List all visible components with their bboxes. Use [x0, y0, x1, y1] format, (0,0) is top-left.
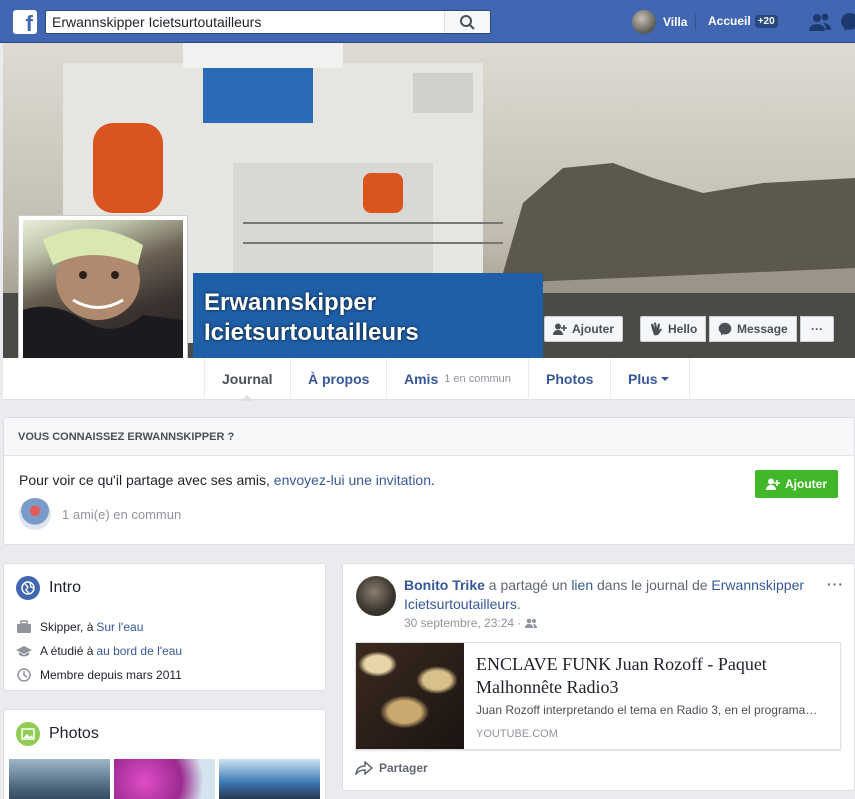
mutual-count: 1 ami(e) en commun	[62, 506, 182, 522]
link-title: ENCLAVE FUNK Juan Rozoff - Paquet Malhon…	[476, 654, 767, 697]
share-arrow-icon	[355, 761, 373, 775]
study-link[interactable]: au bord de l'eau	[96, 644, 182, 658]
intro-work: Skipper, à Sur l'eau	[16, 620, 143, 634]
globe-icon	[16, 576, 40, 600]
hello-label: Hello	[668, 322, 698, 336]
post-date[interactable]: 30 septembre, 23:24 ·	[404, 616, 521, 630]
add-friend-icon	[553, 323, 567, 335]
photo-thumbnail[interactable]	[9, 759, 110, 799]
know-text-before: Pour voir ce qu'il partage avec ses amis…	[19, 472, 274, 488]
notification-badge: +20	[754, 14, 778, 28]
intro-study: A étudié à au bord de l'eau	[16, 644, 182, 658]
tab-friends[interactable]: Amis 1 en commun	[386, 358, 528, 400]
message-label: Message	[737, 322, 788, 336]
mutual-friends[interactable]: 1 ami(e) en commun	[19, 498, 181, 530]
divider	[695, 14, 696, 30]
profile-name-line2: Icietsurtoutailleurs	[204, 319, 419, 346]
post-author[interactable]: Bonito Trike	[404, 577, 485, 593]
mutual-friend-avatar	[19, 498, 51, 530]
tab-sub: 1 en commun	[444, 373, 511, 385]
shared-link-card[interactable]: ENCLAVE FUNK Juan Rozoff - Paquet Malhon…	[355, 642, 841, 750]
profile-link[interactable]: Villa	[632, 10, 687, 34]
profile-nav: Journal À propos Amis 1 en commun Photos …	[3, 358, 855, 401]
top-bar: f Villa Accueil +20	[0, 0, 855, 43]
search-input[interactable]	[52, 14, 452, 30]
graduation-cap-icon	[16, 646, 32, 657]
card-header: VOUS CONNAISSEZ ERWANNSKIPPER ?	[4, 418, 854, 456]
user-name: Villa	[663, 15, 688, 29]
post-meta: 30 septembre, 23:24 ·	[404, 616, 538, 630]
avatar[interactable]	[356, 576, 396, 616]
link-thumbnail	[356, 643, 464, 749]
add-label: Ajouter	[785, 477, 827, 491]
home-link[interactable]: Accueil +20	[708, 14, 778, 28]
chevron-down-icon	[660, 377, 669, 381]
tab-label: Plus	[628, 371, 658, 387]
know-text-after: .	[431, 472, 435, 488]
work-prefix: Skipper, à	[40, 620, 94, 634]
avatar	[632, 10, 656, 34]
link-source: YOUTUBE.COM	[476, 728, 558, 740]
intro-member-since: Membre depuis mars 2011	[16, 668, 182, 682]
study-prefix: A étudié à	[40, 644, 94, 658]
search-icon	[460, 15, 475, 30]
tab-label: À propos	[308, 371, 370, 387]
tab-photos[interactable]: Photos	[528, 358, 610, 400]
friends-audience-icon	[525, 618, 538, 628]
photos-label: Photos	[49, 725, 99, 742]
add-friend-button[interactable]: Ajouter	[544, 316, 623, 342]
tab-more[interactable]: Plus	[610, 358, 690, 400]
post-text: a partagé un	[484, 577, 572, 593]
intro-label: Intro	[49, 579, 82, 596]
add-friend-icon	[766, 478, 780, 490]
intro-title: Intro	[16, 576, 81, 600]
message-button[interactable]: Message	[709, 316, 797, 342]
hello-button[interactable]: Hello	[640, 316, 707, 342]
home-label: Accueil	[708, 14, 751, 28]
wave-hand-icon	[651, 322, 662, 336]
facebook-logo-icon[interactable]: f	[13, 10, 37, 34]
share-label: Partager	[379, 761, 428, 775]
post-link-word[interactable]: lien	[571, 577, 593, 593]
tab-label: Photos	[546, 371, 594, 387]
photos-card: Photos	[3, 709, 326, 799]
photo-thumbnail[interactable]	[219, 759, 320, 799]
more-label: ···	[811, 322, 823, 336]
briefcase-icon	[17, 620, 31, 633]
photos-title[interactable]: Photos	[16, 722, 99, 746]
intro-card: Intro Skipper, à Sur l'eau A étudié à au…	[3, 563, 326, 691]
tab-label: Amis	[404, 371, 439, 387]
send-invite-link[interactable]: envoyez-lui une invitation	[274, 472, 431, 488]
post-header: Bonito Trike a partagé un lien dans le j…	[404, 576, 824, 614]
share-button[interactable]: Partager	[355, 761, 428, 775]
post-text: .	[516, 596, 521, 612]
add-friend-green-button[interactable]: Ajouter	[755, 470, 838, 498]
photo-icon	[16, 722, 40, 746]
tab-label: Journal	[222, 371, 273, 387]
messenger-icon	[718, 322, 732, 336]
work-link[interactable]: Sur l'eau	[96, 620, 143, 634]
post-options-button[interactable]: ···	[827, 576, 844, 592]
profile-photo	[23, 220, 183, 380]
more-options-button[interactable]: ···	[800, 316, 834, 342]
know-text: Pour voir ce qu'il partage avec ses amis…	[19, 472, 435, 488]
tab-about[interactable]: À propos	[290, 358, 386, 400]
profile-face	[23, 228, 183, 380]
profile-name-line1: Erwannskipper	[204, 289, 377, 316]
link-description: Juan Rozoff interpretando el tema en Rad…	[476, 703, 818, 717]
member-since: Membre depuis mars 2011	[40, 668, 182, 682]
post-text: dans le journal de	[593, 577, 712, 593]
photo-thumbnail[interactable]	[114, 759, 215, 799]
friend-requests-icon[interactable]	[808, 12, 832, 32]
clock-icon	[17, 668, 31, 682]
tab-journal[interactable]: Journal	[204, 358, 290, 401]
search-box	[45, 10, 491, 34]
add-friend-label: Ajouter	[572, 322, 614, 336]
profile-name[interactable]: Erwannskipper Icietsurtoutailleurs	[204, 288, 419, 348]
do-you-know-card: VOUS CONNAISSEZ ERWANNSKIPPER ? Pour voi…	[3, 417, 855, 545]
messenger-icon[interactable]	[840, 12, 855, 32]
search-button[interactable]	[444, 11, 490, 33]
post-card: Bonito Trike a partagé un lien dans le j…	[342, 563, 855, 791]
